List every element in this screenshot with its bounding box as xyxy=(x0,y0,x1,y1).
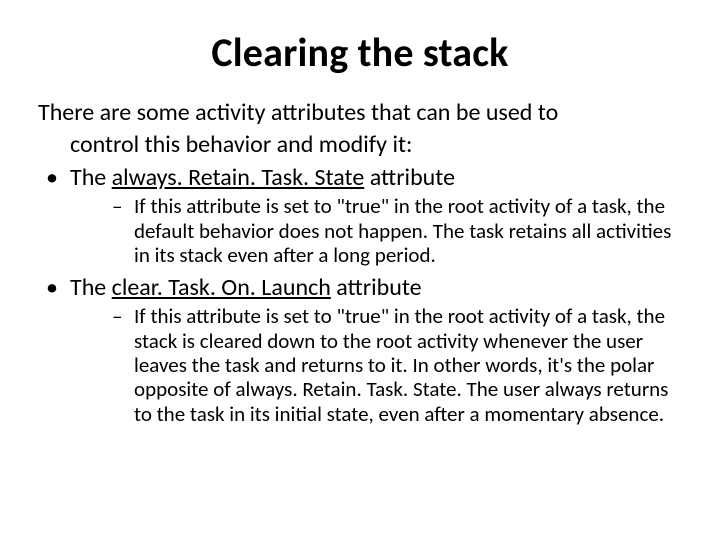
sub-bullet-item: If this attribute is set to "true" in th… xyxy=(70,194,684,267)
bullet-item: The clear. Task. On. Launch attribute If… xyxy=(36,274,684,427)
slide: Clearing the stack There are some activi… xyxy=(0,0,720,540)
attribute-link: clear. Task. On. Launch xyxy=(112,273,331,302)
bullet-text-prefix: The xyxy=(70,273,112,302)
attribute-link: always. Retain. Task. State xyxy=(112,163,365,192)
slide-title: Clearing the stack xyxy=(36,28,684,77)
sub-bullet-item: If this attribute is set to "true" in th… xyxy=(70,304,684,426)
sub-bullet-list: If this attribute is set to "true" in th… xyxy=(70,304,684,426)
bullet-list: The always. Retain. Task. State attribut… xyxy=(36,164,684,426)
bullet-item: The always. Retain. Task. State attribut… xyxy=(36,164,684,268)
sub-bullet-list: If this attribute is set to "true" in th… xyxy=(70,194,684,267)
bullet-text-prefix: The xyxy=(70,163,112,192)
intro-line-1: There are some activity attributes that … xyxy=(36,99,684,127)
bullet-text-suffix: attribute xyxy=(331,273,422,302)
intro-line-2: control this behavior and modify it: xyxy=(36,131,684,159)
bullet-text-suffix: attribute xyxy=(364,163,455,192)
